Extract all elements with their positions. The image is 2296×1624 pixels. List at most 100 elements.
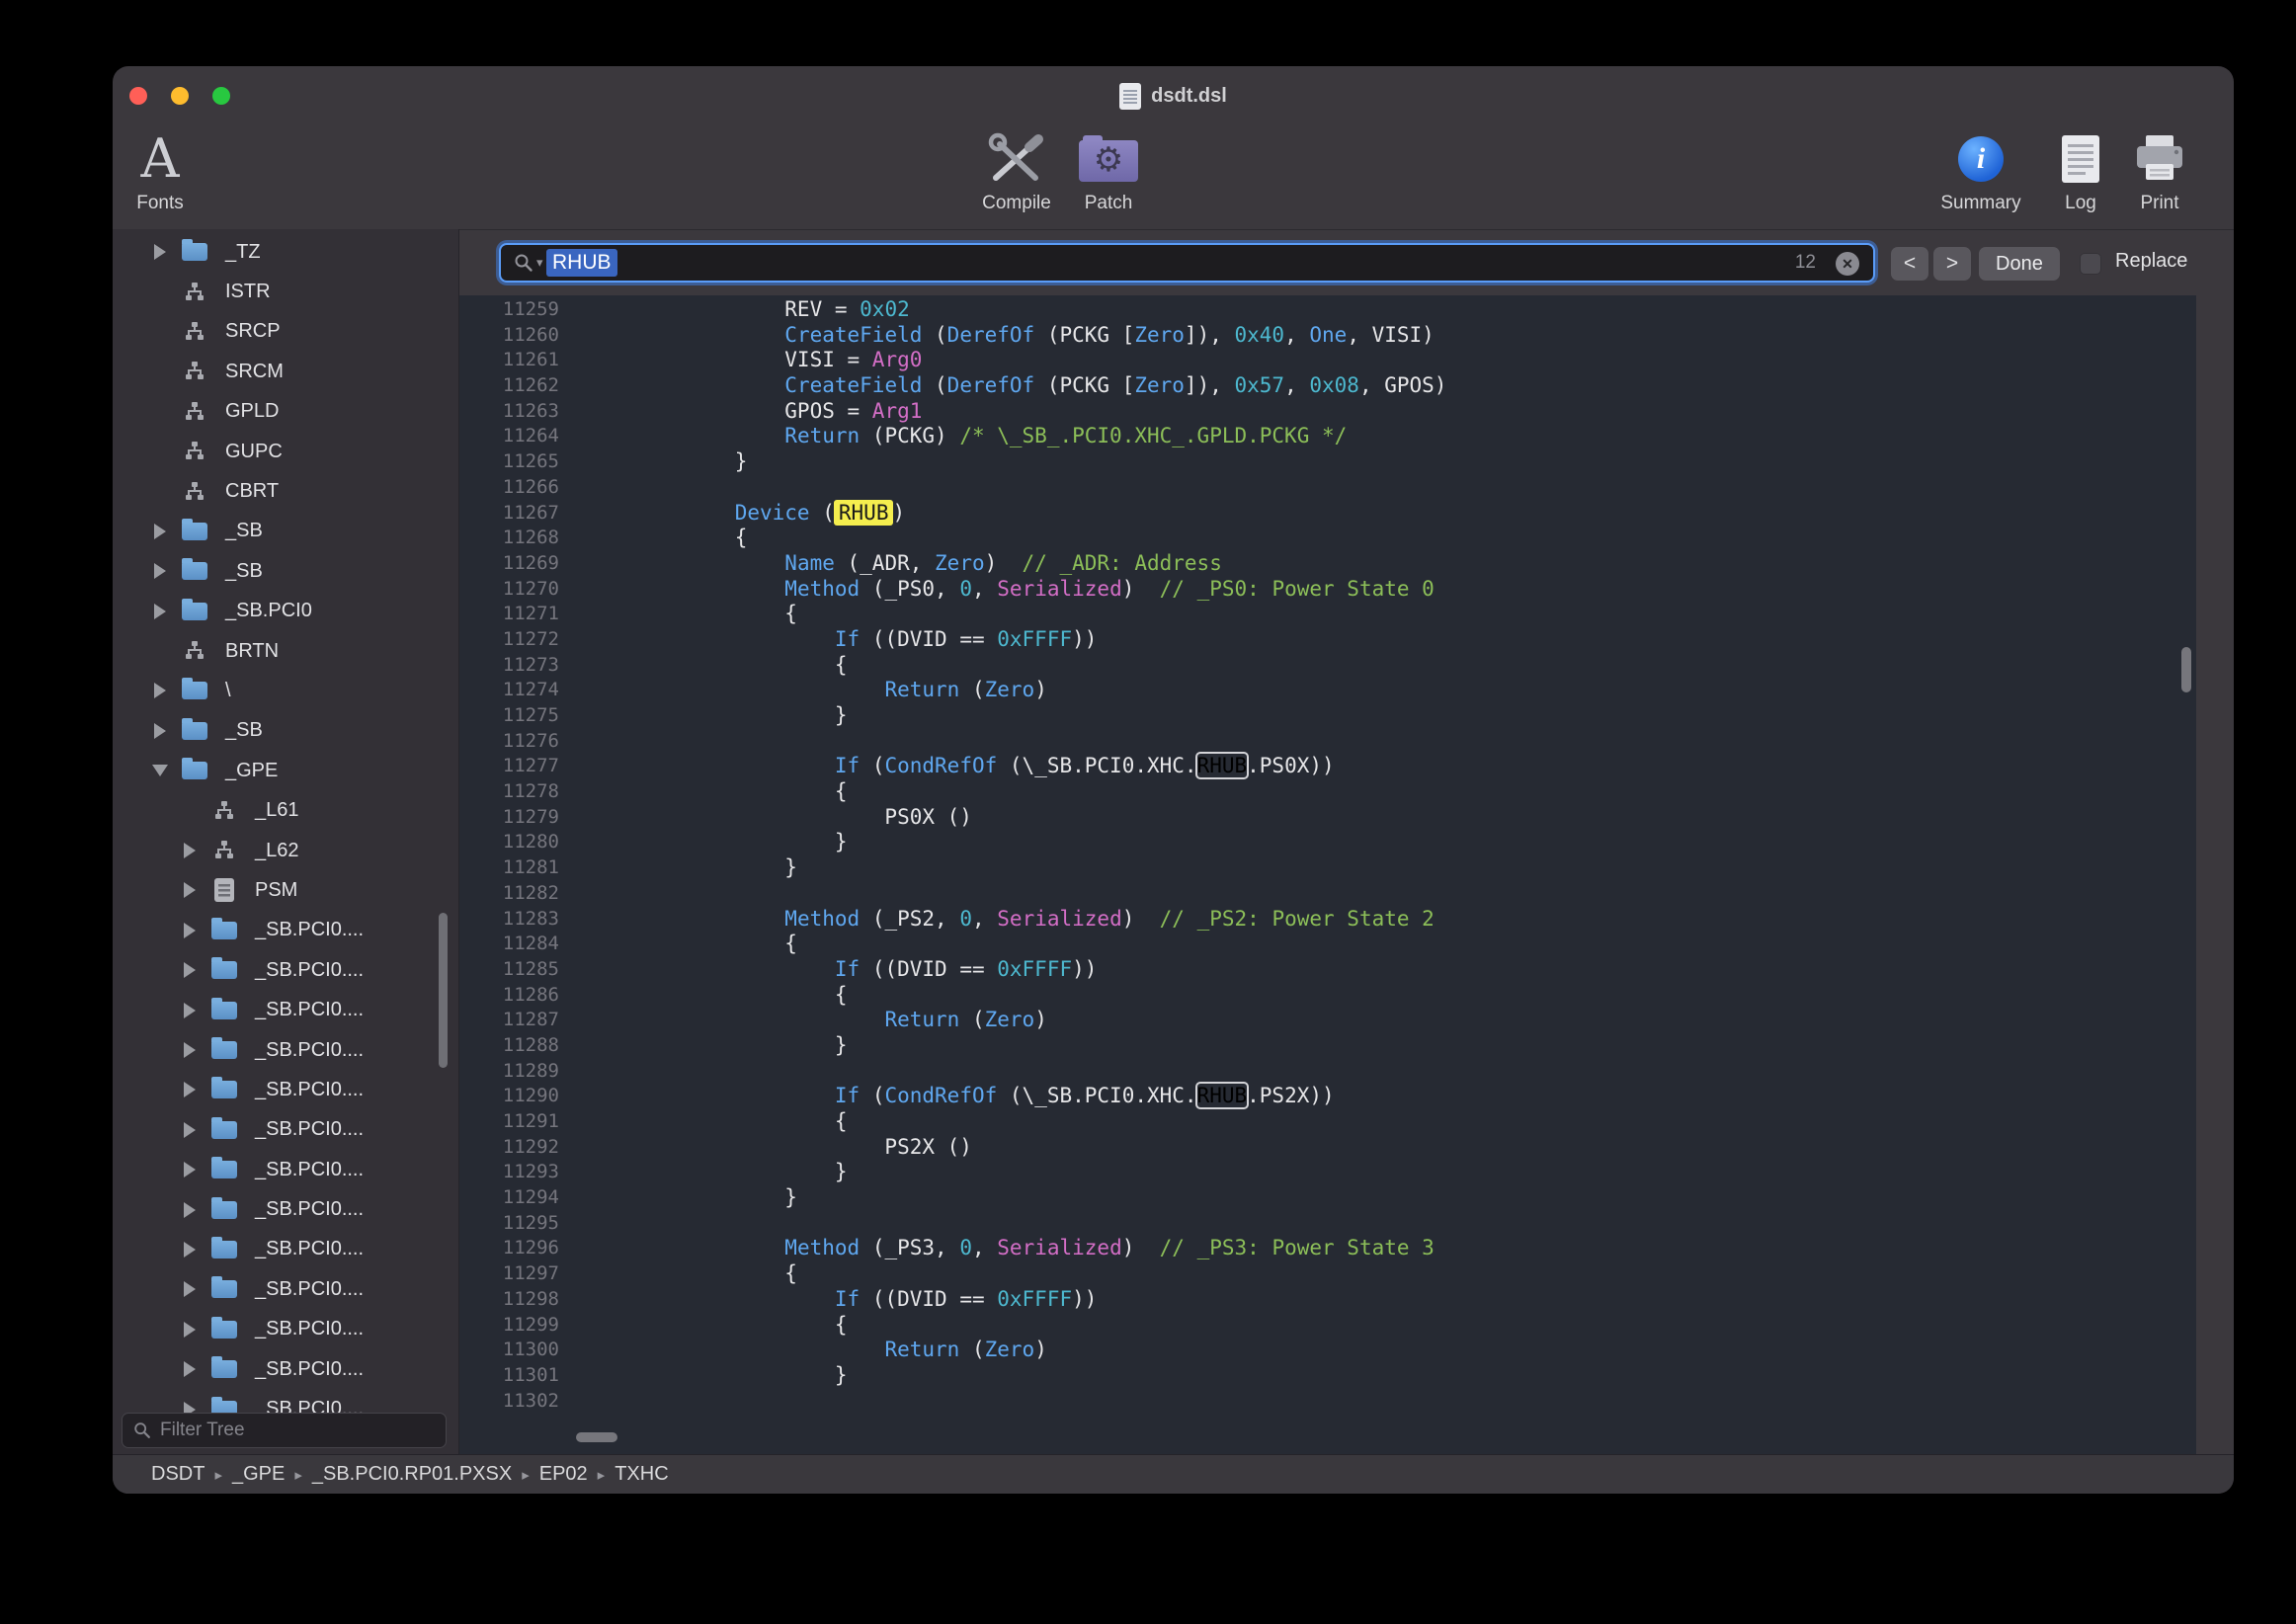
tree-item-label: PSM bbox=[255, 879, 297, 902]
disclosure-triangle-icon[interactable] bbox=[184, 1042, 196, 1058]
disclosure-triangle-icon[interactable] bbox=[154, 563, 166, 579]
print-button[interactable]: Print bbox=[2100, 129, 2219, 214]
disclosure-triangle-icon[interactable] bbox=[154, 604, 166, 619]
patch-label: Patch bbox=[1085, 193, 1133, 214]
tree-item-label: GPLD bbox=[225, 400, 279, 423]
buffer-icon bbox=[209, 877, 239, 903]
disclosure-triangle-icon[interactable] bbox=[184, 1322, 196, 1338]
code-line: 11292 PS2X () bbox=[459, 1135, 2196, 1161]
tree-item[interactable]: _SB.PCI0.... bbox=[113, 1269, 458, 1309]
minimize-button[interactable] bbox=[171, 87, 189, 105]
tree-item[interactable]: _SB bbox=[113, 551, 458, 591]
line-number: 11273 bbox=[459, 653, 559, 679]
disclosure-triangle-icon[interactable] bbox=[184, 923, 196, 938]
disclosure-triangle-icon[interactable] bbox=[184, 843, 196, 858]
filter-area: Filter Tree bbox=[113, 1413, 458, 1454]
tree-item[interactable]: _TZ bbox=[113, 232, 458, 272]
disclosure-triangle-icon[interactable] bbox=[184, 1281, 196, 1297]
disclosure-triangle-icon[interactable] bbox=[184, 962, 196, 978]
tree-item[interactable]: _SB bbox=[113, 512, 458, 551]
breadcrumb-item[interactable]: _SB.PCI0.RP01.PXSX bbox=[312, 1463, 512, 1485]
disclosure-triangle-icon[interactable] bbox=[184, 882, 196, 898]
zoom-button[interactable] bbox=[212, 87, 230, 105]
tree-item[interactable]: _SB.PCI0.... bbox=[113, 950, 458, 990]
search-icon bbox=[132, 1421, 152, 1440]
tree-item[interactable]: _SB.PCI0.... bbox=[113, 1389, 458, 1416]
filter-tree-input[interactable]: Filter Tree bbox=[122, 1413, 447, 1448]
disclosure-triangle-icon[interactable] bbox=[184, 1122, 196, 1138]
tree-item[interactable]: BRTN bbox=[113, 631, 458, 671]
done-button[interactable]: Done bbox=[1979, 247, 2060, 281]
search-menu-icon[interactable]: ▾ bbox=[513, 252, 543, 274]
tree-item[interactable]: CBRT bbox=[113, 471, 458, 511]
clear-search-icon[interactable]: ✕ bbox=[1836, 252, 1859, 276]
code-line: 11297 { bbox=[459, 1261, 2196, 1287]
tree-item-label: _SB.PCI0.... bbox=[255, 1358, 364, 1381]
tree-item[interactable]: _L61 bbox=[113, 790, 458, 830]
folder-icon bbox=[180, 523, 209, 540]
method-icon bbox=[209, 799, 239, 823]
find-bar: ▾ RHUB 12 ✕ < > Done Replace bbox=[459, 229, 2234, 295]
tree-item[interactable]: GUPC bbox=[113, 432, 458, 471]
tree-item[interactable]: _SB.PCI0.... bbox=[113, 911, 458, 950]
tree-item[interactable]: _SB.PCI0.... bbox=[113, 1230, 458, 1269]
code-editor[interactable]: 11259 REV = 0x0211260 CreateField (Deref… bbox=[459, 295, 2196, 1454]
tree-item[interactable]: _SB.PCI0.... bbox=[113, 1150, 458, 1189]
tree-item[interactable]: SRCM bbox=[113, 352, 458, 391]
disclosure-triangle-icon[interactable] bbox=[184, 1162, 196, 1177]
traffic-lights bbox=[129, 87, 230, 105]
breadcrumb-item[interactable]: TXHC bbox=[615, 1463, 668, 1485]
close-button[interactable] bbox=[129, 87, 147, 105]
tree-item[interactable]: GPLD bbox=[113, 392, 458, 432]
tree-item[interactable]: _SB.PCI0 bbox=[113, 592, 458, 631]
code-line: 11288 } bbox=[459, 1033, 2196, 1059]
replace-checkbox[interactable] bbox=[2080, 253, 2101, 275]
tree-item[interactable]: _SB.PCI0.... bbox=[113, 1070, 458, 1109]
line-number: 11268 bbox=[459, 526, 559, 551]
editor-vertical-scrollbar-thumb[interactable] bbox=[2181, 647, 2191, 692]
folder-icon bbox=[209, 1360, 239, 1378]
code-line: 11287 Return (Zero) bbox=[459, 1008, 2196, 1033]
disclosure-triangle-icon[interactable] bbox=[152, 765, 168, 776]
tree-item[interactable]: _L62 bbox=[113, 831, 458, 870]
disclosure-triangle-icon[interactable] bbox=[184, 1361, 196, 1377]
line-number: 11294 bbox=[459, 1185, 559, 1211]
tree-item[interactable]: _SB bbox=[113, 711, 458, 751]
editor-horizontal-scrollbar-thumb[interactable] bbox=[576, 1432, 617, 1442]
tree-item[interactable]: ISTR bbox=[113, 272, 458, 311]
method-icon bbox=[180, 320, 209, 344]
disclosure-triangle-icon[interactable] bbox=[154, 683, 166, 698]
tree-item[interactable]: _SB.PCI0.... bbox=[113, 1310, 458, 1349]
folder-icon bbox=[209, 1081, 239, 1098]
tree-item[interactable]: SRCP bbox=[113, 312, 458, 352]
tree-item[interactable]: _SB.PCI0.... bbox=[113, 1189, 458, 1229]
disclosure-triangle-icon[interactable] bbox=[184, 1202, 196, 1218]
disclosure-triangle-icon[interactable] bbox=[184, 1082, 196, 1097]
tree-item-label: SRCP bbox=[225, 320, 281, 343]
breadcrumb-item[interactable]: DSDT bbox=[151, 1463, 205, 1485]
disclosure-triangle-icon[interactable] bbox=[184, 1242, 196, 1258]
disclosure-triangle-icon[interactable] bbox=[154, 244, 166, 260]
previous-match-button[interactable]: < bbox=[1891, 247, 1928, 281]
tree-item[interactable]: PSM bbox=[113, 870, 458, 910]
breadcrumb-item[interactable]: _GPE bbox=[232, 1463, 285, 1485]
fonts-button[interactable]: A Fonts bbox=[113, 129, 207, 214]
line-number: 11259 bbox=[459, 297, 559, 323]
tree-item[interactable]: _SB.PCI0.... bbox=[113, 1110, 458, 1150]
find-input[interactable]: ▾ RHUB 12 ✕ bbox=[499, 243, 1875, 283]
disclosure-triangle-icon[interactable] bbox=[154, 723, 166, 739]
tree-item[interactable]: _SB.PCI0.... bbox=[113, 1030, 458, 1070]
tree-item[interactable]: \ bbox=[113, 671, 458, 710]
line-number: 11262 bbox=[459, 373, 559, 399]
disclosure-triangle-icon[interactable] bbox=[154, 524, 166, 539]
tree-item[interactable]: _SB.PCI0.... bbox=[113, 1349, 458, 1389]
code-line: 11290 If (CondRefOf (\_SB.PCI0.XHC.RHUB.… bbox=[459, 1084, 2196, 1109]
breadcrumb-item[interactable]: EP02 bbox=[539, 1463, 588, 1485]
tree-item[interactable]: _SB.PCI0.... bbox=[113, 990, 458, 1029]
disclosure-triangle-icon[interactable] bbox=[184, 1003, 196, 1018]
patch-button[interactable]: ⚙ Patch bbox=[1049, 129, 1168, 214]
search-match-outline: RHUB bbox=[1197, 754, 1248, 777]
next-match-button[interactable]: > bbox=[1933, 247, 1971, 281]
sidebar-scrollbar-thumb[interactable] bbox=[439, 913, 448, 1068]
tree-item[interactable]: _GPE bbox=[113, 751, 458, 790]
